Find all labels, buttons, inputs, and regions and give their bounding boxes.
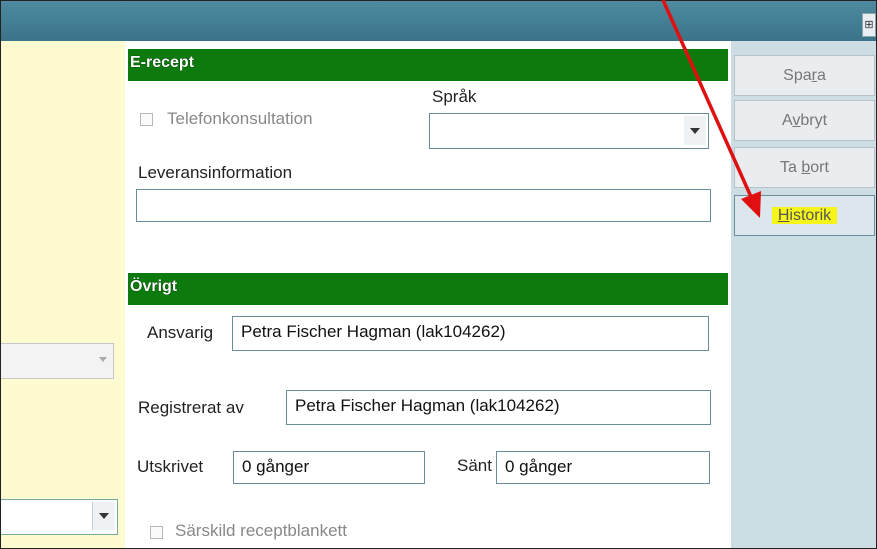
- chevron-down-icon[interactable]: [92, 502, 115, 530]
- title-bar: ⊞: [1, 1, 876, 41]
- leveransinformation-label: Leveransinformation: [138, 163, 293, 182]
- sant-label: Sänt: [457, 456, 492, 475]
- chevron-down-icon[interactable]: [684, 116, 706, 145]
- sant-field[interactable]: 0 gånger: [496, 451, 710, 484]
- historik-highlight: Historik: [771, 207, 838, 224]
- erecept-header: E-recept: [128, 49, 728, 81]
- utskrivet-label: Utskrivet: [137, 457, 204, 476]
- telefonkonsultation-checkbox[interactable]: [140, 113, 153, 126]
- utskrivet-field[interactable]: 0 gånger: [233, 451, 425, 484]
- spara-button[interactable]: Spara: [734, 55, 875, 96]
- sarskild-receptblankett-checkbox[interactable]: [150, 526, 163, 539]
- ansvarig-value: Petra Fischer Hagman (lak104262): [241, 322, 506, 341]
- sarskild-receptblankett-label: Särskild receptblankett: [175, 521, 347, 540]
- ta-bort-label-pre: Ta: [780, 159, 802, 176]
- ovrigt-header: Övrigt: [128, 273, 728, 305]
- spara-label-post: a: [816, 67, 826, 84]
- application-window: ⊞ E-recept Telefonkonsultation Språk Lev…: [0, 0, 877, 549]
- sprak-dropdown[interactable]: [429, 113, 709, 149]
- chevron-down-icon: [99, 357, 107, 362]
- left-panel: [1, 41, 125, 548]
- registrerat-av-field[interactable]: Petra Fischer Hagman (lak104262): [286, 390, 711, 425]
- sant-value: 0 gånger: [505, 457, 573, 476]
- telefonkonsultation-label: Telefonkonsultation: [167, 109, 313, 128]
- window-corner-icon[interactable]: ⊞: [862, 13, 876, 37]
- historik-accesskey: H: [777, 207, 790, 224]
- sprak-label: Språk: [432, 87, 477, 106]
- left-disabled-dropdown: [1, 343, 114, 379]
- leveransinformation-input[interactable]: [136, 189, 711, 222]
- historik-label-post: istorik: [789, 207, 832, 224]
- avbryt-button[interactable]: Avbryt: [734, 100, 875, 141]
- registrerat-av-label: Registrerat av: [138, 398, 244, 417]
- historik-button[interactable]: Historik: [734, 195, 875, 236]
- ansvarig-label: Ansvarig: [147, 323, 214, 342]
- spara-label-pre: Spa: [783, 67, 812, 84]
- registrerat-av-value: Petra Fischer Hagman (lak104262): [295, 396, 560, 415]
- ta-bort-accesskey: b: [801, 159, 811, 176]
- ta-bort-label-post: ort: [810, 159, 829, 176]
- ansvarig-field[interactable]: Petra Fischer Hagman (lak104262): [232, 316, 709, 351]
- avbryt-label-pre: A: [781, 112, 793, 129]
- utskrivet-value: 0 gånger: [242, 457, 310, 476]
- left-dropdown[interactable]: [1, 499, 118, 535]
- avbryt-label-post: bryt: [800, 112, 828, 129]
- ta-bort-button[interactable]: Ta bort: [734, 147, 875, 188]
